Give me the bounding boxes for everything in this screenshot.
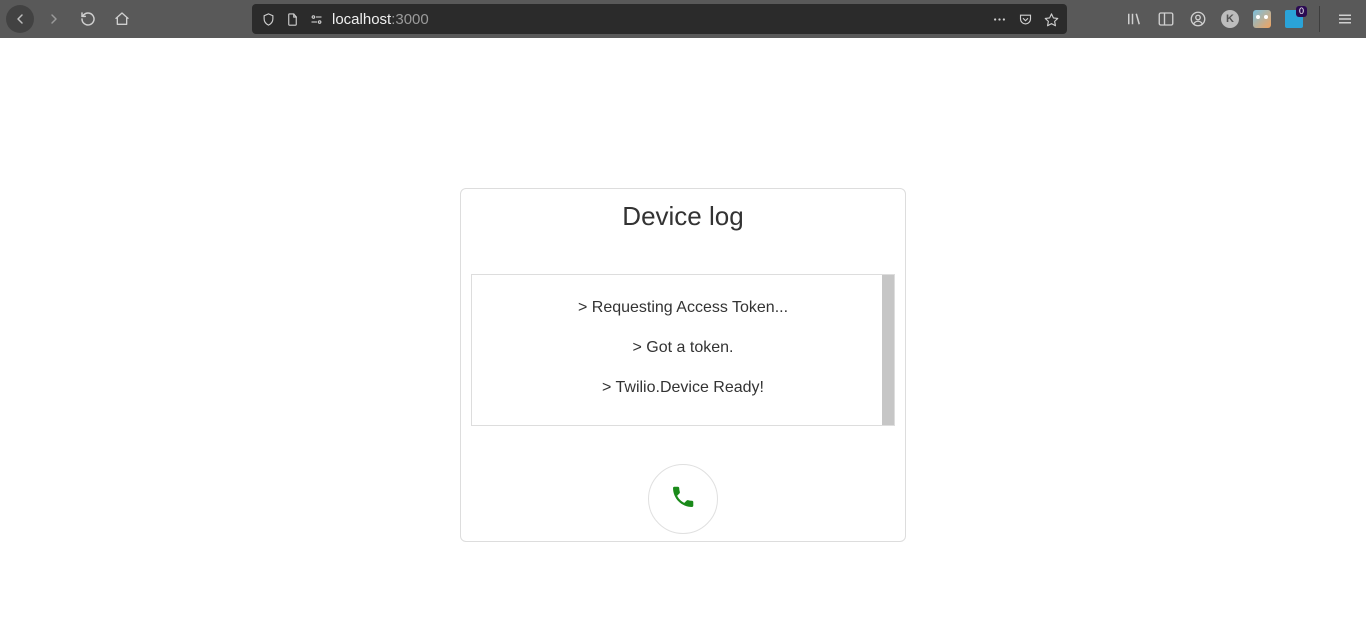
card-title: Device log (471, 201, 895, 232)
url-bar-actions (991, 11, 1059, 27)
sidebar-icon[interactable] (1157, 10, 1175, 28)
log-lines: > Requesting Access Token... > Got a tok… (472, 275, 894, 397)
log-scrollbar[interactable] (882, 275, 894, 425)
page-actions-icon[interactable] (991, 11, 1007, 27)
bookmark-star-icon[interactable] (1043, 11, 1059, 27)
call-button[interactable] (648, 464, 718, 534)
url-host: localhost (332, 11, 391, 28)
log-line: > Got a token. (472, 339, 894, 357)
back-button[interactable] (6, 5, 34, 33)
forward-button[interactable] (40, 5, 68, 33)
reload-button[interactable] (74, 5, 102, 33)
extension-2-icon[interactable]: 0 (1285, 10, 1303, 28)
phone-icon (670, 484, 696, 515)
library-icon[interactable] (1125, 10, 1143, 28)
home-button[interactable] (108, 5, 136, 33)
profile-avatar[interactable]: K (1221, 10, 1239, 28)
toolbar-divider (1319, 6, 1320, 32)
permissions-icon[interactable] (308, 11, 324, 27)
page-content: Device log > Requesting Access Token... … (0, 38, 1366, 636)
extension-2-badge: 0 (1296, 6, 1307, 17)
extension-1-icon[interactable] (1253, 10, 1271, 28)
browser-chrome: localhost:3000 K 0 (0, 0, 1366, 38)
log-line: > Requesting Access Token... (472, 299, 894, 317)
page-icon (284, 11, 300, 27)
log-box: > Requesting Access Token... > Got a tok… (471, 274, 895, 426)
toolbar-right: K 0 (1125, 6, 1360, 32)
app-menu-icon[interactable] (1336, 10, 1354, 28)
shield-icon[interactable] (260, 11, 276, 27)
log-line: > Twilio.Device Ready! (472, 379, 894, 397)
url-port: :3000 (391, 11, 429, 28)
url-bar[interactable]: localhost:3000 (252, 4, 1067, 34)
pocket-icon[interactable] (1017, 11, 1033, 27)
device-log-card: Device log > Requesting Access Token... … (460, 188, 906, 542)
account-icon[interactable] (1189, 10, 1207, 28)
url-text: localhost:3000 (332, 11, 429, 28)
